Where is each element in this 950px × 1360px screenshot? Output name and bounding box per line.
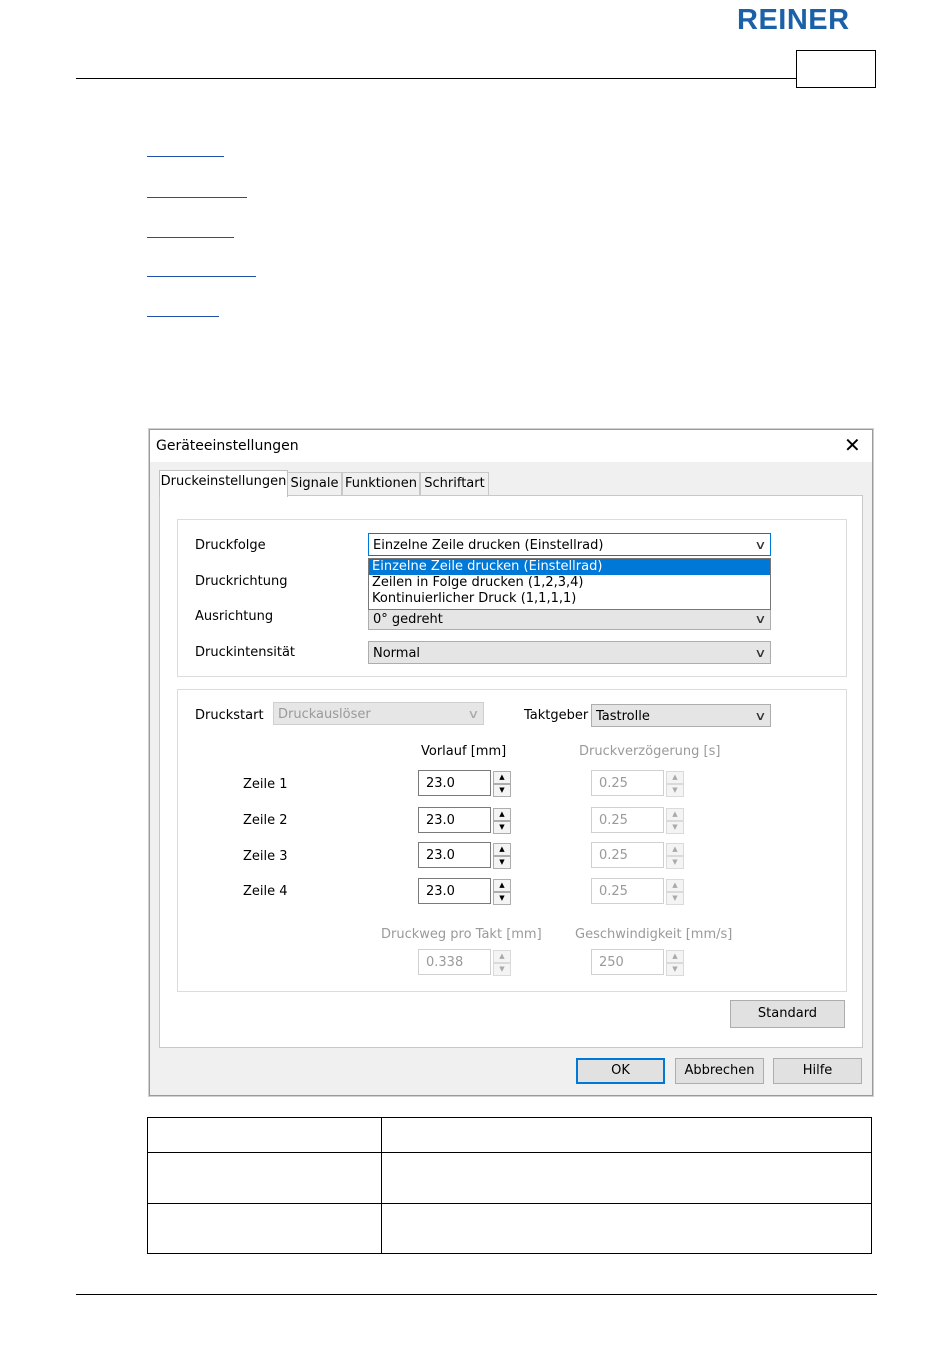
spin-up-icon[interactable]: ▲ — [493, 808, 511, 821]
reiner-logo: REINER — [737, 4, 850, 36]
ausrichtung-value: 0° gedreht — [373, 612, 443, 627]
spin-down-icon[interactable]: ▼ — [493, 821, 511, 834]
dropdown-option[interactable]: Kontinuierlicher Druck (1,1,1,1) — [369, 591, 770, 607]
spin-up-icon[interactable]: ▲ — [666, 843, 684, 856]
toc-link-1[interactable] — [147, 156, 224, 157]
geschwindigkeit-input[interactable]: 250 — [591, 949, 664, 975]
taktgeber-select[interactable]: Tastrolle ∨ — [591, 704, 771, 727]
standard-button[interactable]: Standard — [730, 1000, 845, 1028]
zeile-2-label: Zeile 2 — [243, 813, 288, 828]
druckstart-value: Druckauslöser — [278, 707, 371, 722]
druckstart-select[interactable]: Druckauslöser ∨ — [273, 702, 484, 725]
verzoegerung-zeile-4-input[interactable]: 0.25 — [591, 878, 664, 904]
page-number-box — [796, 50, 876, 88]
zeile-1-label: Zeile 1 — [243, 777, 288, 792]
verzoegerung-header: Druckverzögerung [s] — [579, 744, 721, 759]
druckweg-label: Druckweg pro Takt [mm] — [381, 927, 542, 942]
spin-up-icon[interactable]: ▲ — [493, 879, 511, 892]
spin-down-icon[interactable]: ▼ — [666, 784, 684, 797]
vorlauf-header: Vorlauf [mm] — [421, 744, 507, 759]
header-rule — [76, 78, 796, 79]
description-table — [147, 1117, 872, 1254]
table-row — [147, 1152, 872, 1204]
tab-signale[interactable]: Signale — [287, 472, 342, 495]
verzoegerung-zeile-1-input[interactable]: 0.25 — [591, 770, 664, 796]
spin-down-icon[interactable]: ▼ — [493, 784, 511, 797]
spin-up-icon[interactable]: ▲ — [666, 950, 684, 963]
zeile-4-label: Zeile 4 — [243, 884, 288, 899]
toc-link-5[interactable] — [147, 316, 219, 317]
timing-group — [177, 689, 847, 992]
toc-link-2[interactable] — [147, 197, 247, 198]
dialog-titlebar: Geräteeinstellungen ✕ — [150, 430, 872, 462]
table-cell — [381, 1117, 872, 1153]
chevron-down-icon: ∨ — [754, 612, 767, 626]
zeile-3-label: Zeile 3 — [243, 849, 288, 864]
table-row — [147, 1203, 872, 1254]
spin-up-icon[interactable]: ▲ — [493, 950, 511, 963]
druckrichtung-label: Druckrichtung — [195, 574, 288, 589]
tab-druckeinstellungen[interactable]: Druckeinstellungen — [159, 470, 288, 497]
help-button[interactable]: Hilfe — [773, 1058, 862, 1084]
vorlauf-zeile-1-input[interactable]: 23.0 — [418, 770, 491, 796]
druckintensitaet-value: Normal — [373, 646, 421, 661]
table-cell — [147, 1117, 382, 1153]
tab-funktionen[interactable]: Funktionen — [342, 472, 420, 495]
table-cell — [147, 1152, 382, 1204]
spin-down-icon[interactable]: ▼ — [666, 963, 684, 976]
spin-up-icon[interactable]: ▲ — [493, 771, 511, 784]
cancel-button[interactable]: Abbrechen — [675, 1058, 764, 1084]
ok-button[interactable]: OK — [576, 1058, 665, 1084]
spin-up-icon[interactable]: ▲ — [666, 879, 684, 892]
spin-up-icon[interactable]: ▲ — [493, 843, 511, 856]
spin-down-icon[interactable]: ▼ — [666, 821, 684, 834]
druckfolge-value: Einzelne Zeile drucken (Einstellrad) — [373, 538, 604, 553]
spin-up-icon[interactable]: ▲ — [666, 808, 684, 821]
dropdown-option[interactable]: Einzelne Zeile drucken (Einstellrad) — [369, 559, 770, 575]
druckfolge-dropdown-list: Einzelne Zeile drucken (Einstellrad) Zei… — [368, 558, 771, 610]
toc-link-4[interactable] — [147, 276, 256, 277]
device-settings-dialog: Geräteeinstellungen ✕ Druckeinstellungen… — [149, 429, 873, 1096]
vorlauf-zeile-3-input[interactable]: 23.0 — [418, 842, 491, 868]
table-cell — [381, 1152, 872, 1204]
druckfolge-select[interactable]: Einzelne Zeile drucken (Einstellrad) ∨ — [368, 533, 771, 556]
toc-link-3[interactable] — [147, 237, 234, 238]
table-cell — [147, 1203, 382, 1254]
chevron-down-icon: ∨ — [754, 646, 767, 660]
taktgeber-label: Taktgeber — [524, 708, 589, 723]
druckstart-label: Druckstart — [195, 708, 264, 723]
dialog-title: Geräteeinstellungen — [156, 438, 299, 454]
close-icon[interactable]: ✕ — [844, 434, 861, 456]
spin-down-icon[interactable]: ▼ — [493, 963, 511, 976]
verzoegerung-zeile-2-input[interactable]: 0.25 — [591, 807, 664, 833]
vorlauf-zeile-2-input[interactable]: 23.0 — [418, 807, 491, 833]
taktgeber-value: Tastrolle — [596, 709, 650, 724]
spin-down-icon[interactable]: ▼ — [666, 856, 684, 869]
spin-down-icon[interactable]: ▼ — [493, 856, 511, 869]
druckweg-input[interactable]: 0.338 — [418, 949, 491, 975]
verzoegerung-zeile-3-input[interactable]: 0.25 — [591, 842, 664, 868]
spin-down-icon[interactable]: ▼ — [666, 892, 684, 905]
table-row — [147, 1117, 872, 1153]
tab-schriftart[interactable]: Schriftart — [420, 472, 489, 495]
spin-up-icon[interactable]: ▲ — [666, 771, 684, 784]
spin-down-icon[interactable]: ▼ — [493, 892, 511, 905]
dropdown-option[interactable]: Zeilen in Folge drucken (1,2,3,4) — [369, 575, 770, 591]
chevron-down-icon: ∨ — [467, 707, 480, 721]
table-cell — [381, 1203, 872, 1254]
ausrichtung-label: Ausrichtung — [195, 609, 274, 624]
chevron-down-icon: ∨ — [754, 538, 767, 552]
druckintensitaet-select[interactable]: Normal ∨ — [368, 641, 771, 664]
ausrichtung-select[interactable]: 0° gedreht ∨ — [368, 607, 771, 630]
druckintensitaet-label: Druckintensität — [195, 645, 296, 660]
geschwindigkeit-label: Geschwindigkeit [mm/s] — [575, 927, 733, 942]
footer-rule — [76, 1294, 877, 1295]
druckfolge-label: Druckfolge — [195, 538, 266, 553]
chevron-down-icon: ∨ — [754, 709, 767, 723]
vorlauf-zeile-4-input[interactable]: 23.0 — [418, 878, 491, 904]
